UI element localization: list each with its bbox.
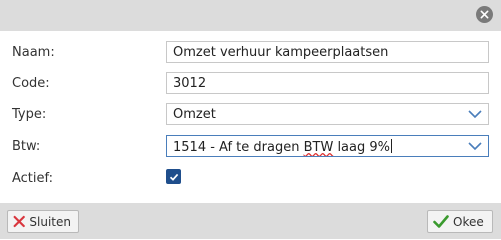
close-icon[interactable] bbox=[476, 6, 493, 23]
dialog-footer: Sluiten Okee bbox=[0, 203, 501, 239]
close-button-label: Sluiten bbox=[29, 214, 71, 229]
type-select-value: Omzet bbox=[173, 107, 216, 122]
chevron-down-icon[interactable] bbox=[462, 136, 488, 156]
active-row: Actief: bbox=[0, 167, 501, 191]
ok-button-label: Okee bbox=[453, 214, 484, 229]
ok-button[interactable]: Okee bbox=[427, 210, 493, 233]
btw-select-value-post: laag 9% bbox=[333, 140, 390, 155]
red-x-icon bbox=[13, 215, 25, 228]
active-checkbox[interactable] bbox=[166, 169, 181, 184]
name-field[interactable]: Omzet verhuur kampeerplaatsen bbox=[166, 41, 489, 63]
name-row: Naam: Omzet verhuur kampeerplaatsen bbox=[0, 41, 501, 65]
type-row: Type: Omzet bbox=[0, 103, 501, 127]
dialog-titlebar bbox=[0, 0, 501, 31]
code-label: Code: bbox=[12, 76, 50, 91]
code-row: Code: 3012 bbox=[0, 72, 501, 96]
close-button[interactable]: Sluiten bbox=[7, 210, 79, 233]
btw-select[interactable]: 1514 - Af te dragen BTW laag 9% bbox=[166, 135, 489, 157]
btw-row: Btw: 1514 - Af te dragen BTW laag 9% bbox=[0, 135, 501, 159]
type-select[interactable]: Omzet bbox=[166, 103, 489, 125]
text-caret bbox=[391, 139, 392, 153]
btw-select-value-pre: 1514 - Af te dragen bbox=[173, 140, 304, 155]
type-label: Type: bbox=[12, 107, 47, 122]
green-check-icon bbox=[433, 215, 449, 228]
code-field[interactable]: 3012 bbox=[166, 72, 489, 94]
chevron-down-icon[interactable] bbox=[462, 104, 488, 124]
btw-label: Btw: bbox=[12, 139, 41, 154]
btw-select-value-mark: BTW bbox=[303, 140, 334, 155]
active-label: Actief: bbox=[12, 171, 54, 186]
checkmark-icon bbox=[169, 173, 178, 181]
name-label: Naam: bbox=[12, 45, 55, 60]
